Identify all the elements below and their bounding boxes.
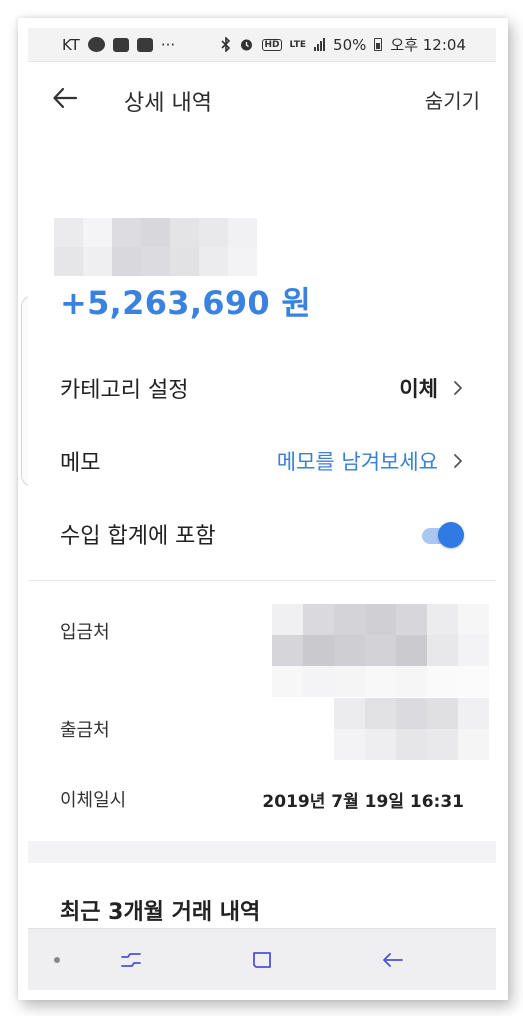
toggle-knob — [438, 522, 464, 548]
section-divider — [28, 580, 496, 581]
income-total-label: 수입 합계에 포함 — [60, 524, 216, 549]
alarm-icon — [241, 39, 253, 51]
clock: 오후 12:04 — [390, 36, 466, 54]
carrier-label: KT — [62, 35, 80, 54]
gallery-icon — [112, 37, 129, 52]
category-label: 카테고리 설정 — [60, 378, 189, 403]
signal-icon — [314, 38, 326, 51]
memo-label: 메모 — [60, 451, 101, 476]
nav-dot-icon[interactable] — [54, 957, 60, 963]
back-icon[interactable] — [378, 945, 408, 975]
transaction-amount: +5,263,690 원 — [60, 284, 312, 322]
category-row[interactable]: 카테고리 설정 이체 — [28, 358, 496, 418]
band-icon — [87, 37, 105, 52]
chevron-right-icon — [454, 381, 462, 395]
lte-icon: LTE — [289, 39, 307, 50]
home-icon[interactable] — [247, 945, 277, 975]
battery-icon — [374, 38, 383, 51]
chevron-right-icon — [454, 454, 462, 468]
recent-apps-icon[interactable] — [116, 945, 146, 975]
status-bar: KT ··· HD LTE 50% 오후 12:04 — [28, 28, 496, 62]
app-icon — [136, 37, 153, 52]
section-spacer — [28, 841, 496, 863]
hide-button[interactable]: 숨기기 — [425, 85, 480, 114]
redacted-deposit-from — [272, 604, 489, 697]
page-title: 상세 내역 — [124, 91, 212, 116]
memo-row[interactable]: 메모 메모를 남겨보세요 — [28, 431, 496, 491]
arrow-left-icon[interactable] — [52, 86, 78, 110]
income-total-row: 수입 합계에 포함 — [28, 504, 496, 564]
transfer-date-value: 2019년 7월 19일 16:31 — [262, 792, 464, 812]
battery-percent: 50% — [333, 35, 367, 54]
redacted-name — [54, 218, 257, 276]
bluetooth-icon — [221, 37, 231, 52]
hd-icon: HD — [262, 38, 282, 51]
redacted-withdraw-to — [334, 698, 489, 760]
system-nav-bar — [28, 928, 496, 990]
transfer-date-label: 이체일시 — [60, 790, 127, 811]
income-total-toggle[interactable] — [420, 522, 464, 548]
memo-value: 메모를 남겨보세요 — [276, 450, 438, 474]
recent-transactions-title: 최근 3개월 거래 내역 — [60, 900, 261, 925]
category-value: 이체 — [399, 377, 438, 401]
more-notifications-icon: ··· — [160, 35, 176, 54]
withdraw-to-label: 출금처 — [60, 720, 110, 741]
phone-screen: KT ··· HD LTE 50% 오후 12:04 상세 내역 숨기기 +5,… — [28, 28, 496, 990]
deposit-from-label: 입금처 — [60, 622, 110, 643]
app-header: 상세 내역 숨기기 — [28, 76, 496, 120]
